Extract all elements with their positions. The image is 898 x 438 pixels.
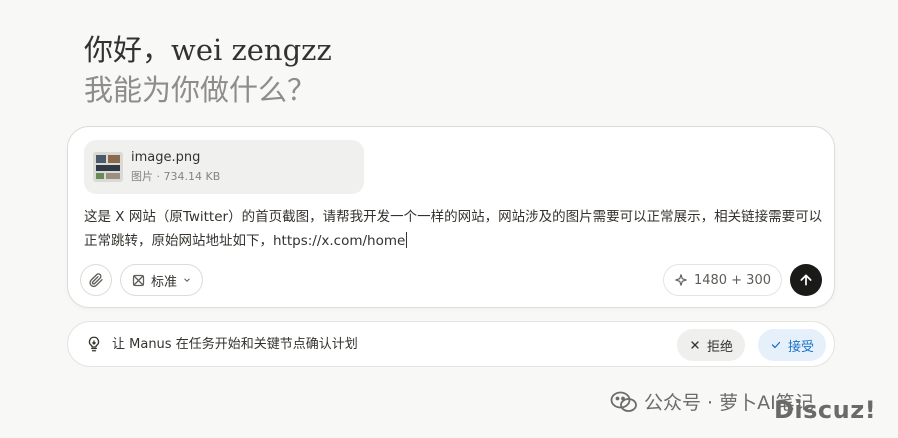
greeting-subtitle: 我能为你做什么？ — [84, 73, 317, 107]
chevron-down-icon — [184, 278, 190, 282]
text-caret — [406, 232, 408, 248]
credits-indicator[interactable]: 1480 + 300 — [662, 264, 782, 296]
paperclip-icon — [89, 273, 103, 288]
attachment-filename: image.png — [131, 150, 201, 165]
attach-button[interactable] — [80, 264, 112, 296]
accept-button[interactable]: 接受 — [757, 329, 826, 361]
check-icon — [771, 341, 781, 349]
composer-toolbar-left: 标准 — [80, 264, 204, 296]
image-thumbnail — [93, 152, 123, 182]
prompt-input[interactable]: 这是 X 网站（原Twitter）的首页截图，请帮我开发一个一样的网站，网站涉及… — [84, 205, 826, 253]
composer-toolbar-right: 1480 + 300 — [662, 264, 822, 296]
plan-confirm-text: 让 Manus 在任务开始和关键节点确认计划 — [112, 337, 358, 352]
reject-button[interactable]: 拒绝 — [676, 329, 745, 361]
wechat-icon — [610, 391, 637, 412]
attachment-card[interactable]: image.png 图片 · 734.14 KB — [84, 140, 364, 194]
reject-label: 拒绝 — [706, 339, 733, 355]
discuz-watermark: Discuz! — [774, 396, 877, 424]
lightbulb-icon — [88, 336, 100, 352]
sparkle-icon — [675, 274, 687, 286]
prompt-text: 这是 X 网站（原Twitter）的首页截图，请帮我开发一个一样的网站，网站涉及… — [84, 209, 823, 249]
arrow-up-icon — [800, 274, 812, 286]
mode-selector[interactable]: 标准 — [120, 264, 204, 296]
mode-icon — [132, 274, 145, 286]
send-button[interactable] — [790, 264, 822, 296]
plan-confirm-bar: 让 Manus 在任务开始和关键节点确认计划 拒绝 接受 — [67, 321, 835, 367]
attachment-meta: 图片 · 734.14 KB — [131, 170, 221, 183]
close-icon — [691, 341, 699, 349]
credits-text: 1480 + 300 — [693, 272, 771, 288]
message-composer: image.png 图片 · 734.14 KB 这是 X 网站（原Twitte… — [67, 126, 835, 308]
mode-label: 标准 — [151, 274, 178, 290]
greeting-title: 你好，wei zengzz — [84, 33, 332, 67]
accept-label: 接受 — [787, 339, 814, 355]
greeting: 你好，wei zengzz 我能为你做什么？ — [84, 30, 332, 110]
